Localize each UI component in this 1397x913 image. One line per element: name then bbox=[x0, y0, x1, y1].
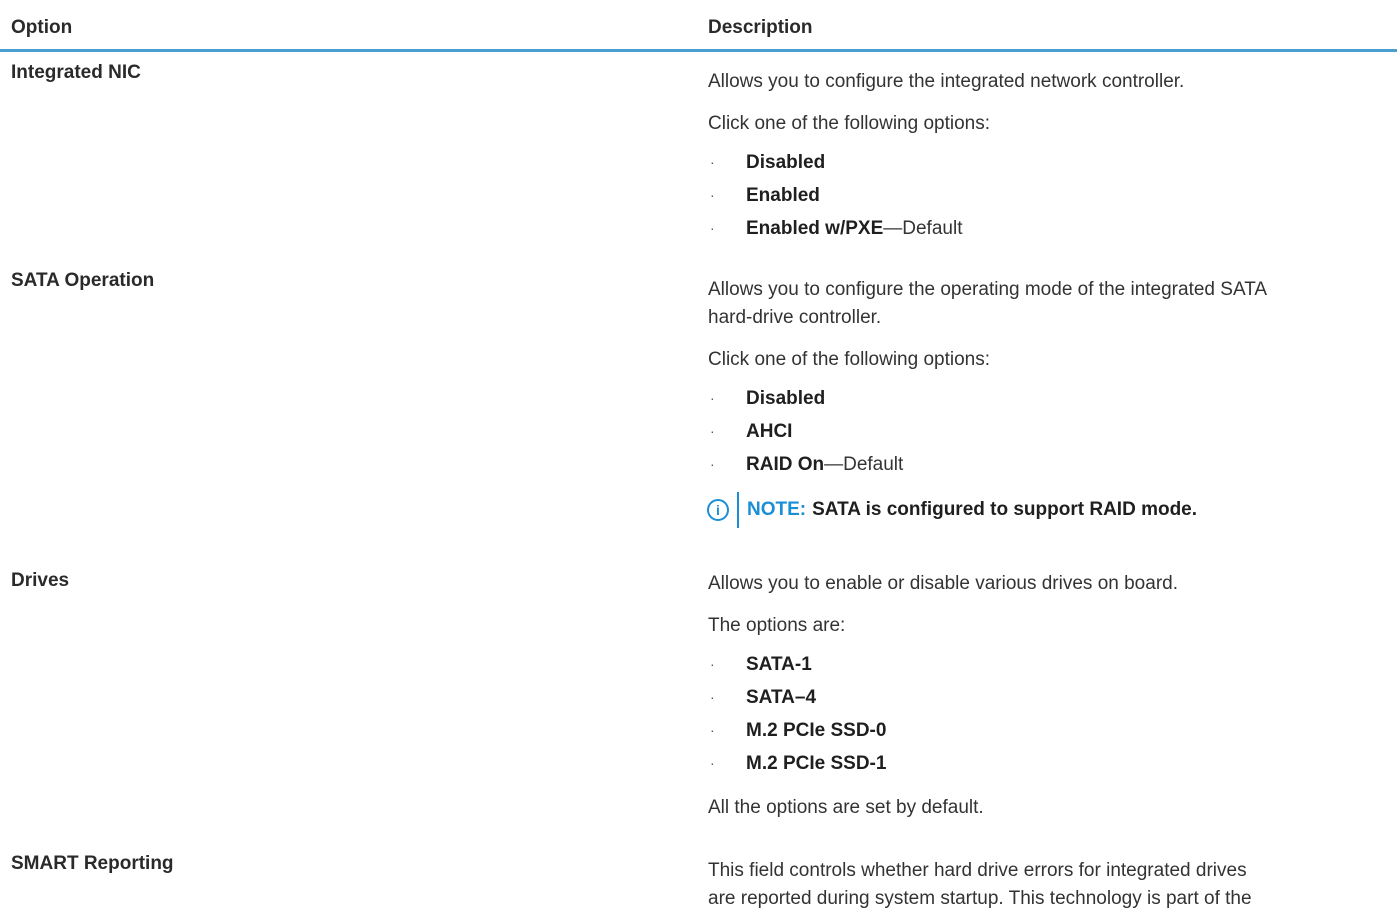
bullet-icon: · bbox=[710, 390, 715, 406]
description-text-line: are reported during system startup. This… bbox=[708, 888, 1252, 909]
note-divider bbox=[737, 492, 739, 528]
list-item: · SATA-1 bbox=[708, 648, 1393, 681]
bullet-icon: · bbox=[710, 689, 715, 705]
list-intro: Click one of the following options: bbox=[708, 113, 990, 134]
note-label: NOTE: bbox=[747, 499, 807, 520]
column-header-option: Option bbox=[11, 17, 73, 38]
table-header: Option Description bbox=[0, 0, 1397, 52]
option-list: · SATA-1 · SATA–4 · M.2 PCIe SSD-0 · M.2 PCI… bbox=[708, 648, 1393, 780]
list-item: · Disabled bbox=[708, 146, 1393, 179]
option-list: · Disabled · AHCI · RAID On—Default bbox=[708, 382, 1393, 481]
list-item: · M.2 PCIe SSD-1 bbox=[708, 747, 1393, 780]
option-name: SMART Reporting bbox=[11, 853, 174, 874]
description-text: Allows you to enable or disable various … bbox=[708, 573, 1178, 594]
note-callout: i NOTE: SATA is configured to support RA… bbox=[707, 491, 1393, 529]
description-text-line: Allows you to configure the operating mo… bbox=[708, 279, 1268, 300]
bullet-icon: · bbox=[710, 154, 715, 170]
list-intro: The options are: bbox=[708, 615, 846, 636]
option-name: Integrated NIC bbox=[11, 62, 141, 83]
option-name: SATA Operation bbox=[11, 270, 155, 291]
bullet-icon: · bbox=[710, 220, 715, 236]
option-list: · Disabled · Enabled · Enabled w/PXE—Defaul… bbox=[708, 146, 1393, 245]
list-item: · RAID On—Default bbox=[708, 448, 1393, 481]
description-text-line: This field controls whether hard drive e… bbox=[708, 860, 1247, 881]
bullet-icon: · bbox=[710, 456, 715, 472]
list-item: · Disabled bbox=[708, 382, 1393, 415]
list-item: · AHCI bbox=[708, 415, 1393, 448]
list-intro: Click one of the following options: bbox=[708, 349, 990, 370]
description-text-line: hard-drive controller. bbox=[708, 307, 882, 328]
option-description: This field controls whether hard drive e… bbox=[708, 857, 1393, 913]
bullet-icon: · bbox=[710, 722, 715, 738]
description-text: Allows you to configure the integrated n… bbox=[708, 71, 1185, 92]
bullet-icon: · bbox=[710, 187, 715, 203]
bios-options-table: Option Description Integrated NIC Allows… bbox=[0, 0, 1397, 909]
column-header-description: Description bbox=[708, 17, 813, 38]
option-description: Allows you to enable or disable various … bbox=[708, 570, 1393, 822]
list-item: · Enabled w/PXE—Default bbox=[708, 212, 1393, 245]
list-item: · M.2 PCIe SSD-0 bbox=[708, 714, 1393, 747]
option-name: Drives bbox=[11, 570, 70, 591]
note-text: SATA is configured to support RAID mode. bbox=[812, 499, 1198, 520]
bullet-icon: · bbox=[710, 656, 715, 672]
option-description: Allows you to configure the integrated n… bbox=[708, 68, 1393, 245]
bullet-icon: · bbox=[710, 755, 715, 771]
info-icon: i bbox=[707, 499, 729, 521]
bullet-icon: · bbox=[710, 423, 715, 439]
list-item: · Enabled bbox=[708, 179, 1393, 212]
description-outro: All the options are set by default. bbox=[708, 797, 984, 818]
list-item: · SATA–4 bbox=[708, 681, 1393, 714]
option-description: Allows you to configure the operating mo… bbox=[707, 276, 1393, 529]
